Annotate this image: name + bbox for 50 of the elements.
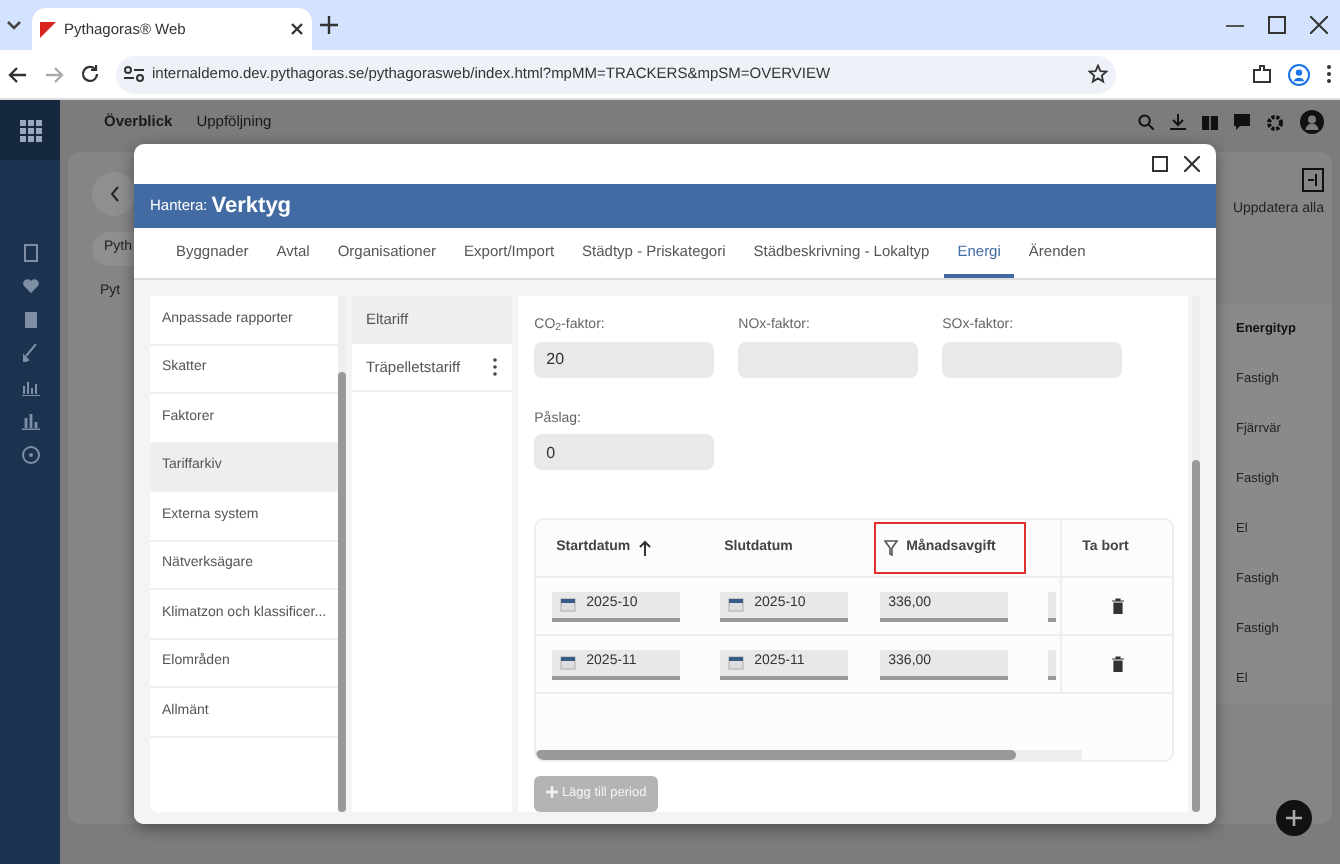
trash-icon[interactable] bbox=[1111, 598, 1124, 614]
input-field[interactable]: 0 bbox=[534, 434, 715, 470]
document-icon[interactable] bbox=[23, 244, 37, 262]
profile-icon[interactable] bbox=[1288, 63, 1310, 85]
input-field[interactable] bbox=[1048, 591, 1057, 621]
maximize-icon[interactable] bbox=[1268, 16, 1286, 34]
scrollbar-thumb[interactable] bbox=[1192, 460, 1200, 812]
settings-icon[interactable] bbox=[1266, 113, 1284, 131]
add-button[interactable] bbox=[1276, 800, 1312, 836]
grid-menu-icon[interactable] bbox=[19, 119, 41, 141]
chevron-left-icon bbox=[109, 186, 119, 202]
clipboard-icon[interactable] bbox=[23, 310, 37, 328]
book-icon[interactable] bbox=[1202, 114, 1218, 130]
search-icon[interactable] bbox=[1138, 114, 1154, 130]
dialog-title: Verktyg bbox=[211, 191, 292, 222]
extensions-icon[interactable] bbox=[1252, 64, 1272, 84]
close-icon[interactable] bbox=[1310, 16, 1328, 34]
chart-icon[interactable] bbox=[21, 378, 39, 396]
reload-icon[interactable] bbox=[80, 64, 100, 84]
avatar-icon[interactable] bbox=[1300, 110, 1324, 134]
trash-icon[interactable] bbox=[1111, 656, 1124, 672]
scrollbar-thumb[interactable] bbox=[338, 372, 346, 812]
close-icon[interactable] bbox=[290, 21, 304, 36]
panel-icon[interactable] bbox=[1302, 168, 1324, 192]
filter-icon bbox=[884, 540, 899, 556]
circle-icon[interactable] bbox=[21, 446, 39, 464]
calendar-icon bbox=[728, 654, 745, 670]
plus-icon bbox=[546, 786, 559, 799]
maximize-icon[interactable] bbox=[1152, 156, 1168, 172]
back-arrow-icon[interactable] bbox=[8, 65, 28, 83]
input-field[interactable]: 20 bbox=[534, 341, 715, 377]
plus-icon bbox=[1286, 810, 1302, 826]
chevron-down-icon[interactable] bbox=[4, 17, 24, 33]
kebab-menu-icon[interactable] bbox=[492, 358, 499, 376]
input-field[interactable] bbox=[1048, 649, 1057, 679]
star-icon[interactable] bbox=[1088, 63, 1108, 84]
sort-ascending-icon[interactable] bbox=[638, 540, 653, 556]
plus-icon[interactable] bbox=[320, 16, 338, 34]
download-icon[interactable] bbox=[1170, 114, 1186, 130]
calendar-icon bbox=[560, 596, 577, 612]
menu-icon[interactable] bbox=[1326, 64, 1332, 84]
scrollbar-thumb[interactable] bbox=[536, 750, 1017, 760]
heart-icon[interactable] bbox=[21, 278, 39, 294]
logo-icon bbox=[40, 21, 56, 37]
chat-icon[interactable] bbox=[1234, 114, 1250, 130]
site-settings-icon bbox=[124, 66, 144, 82]
close-icon[interactable] bbox=[1184, 156, 1200, 172]
calendar-icon bbox=[560, 654, 577, 670]
bar-chart-icon[interactable] bbox=[21, 412, 39, 430]
calendar-icon bbox=[728, 596, 745, 612]
